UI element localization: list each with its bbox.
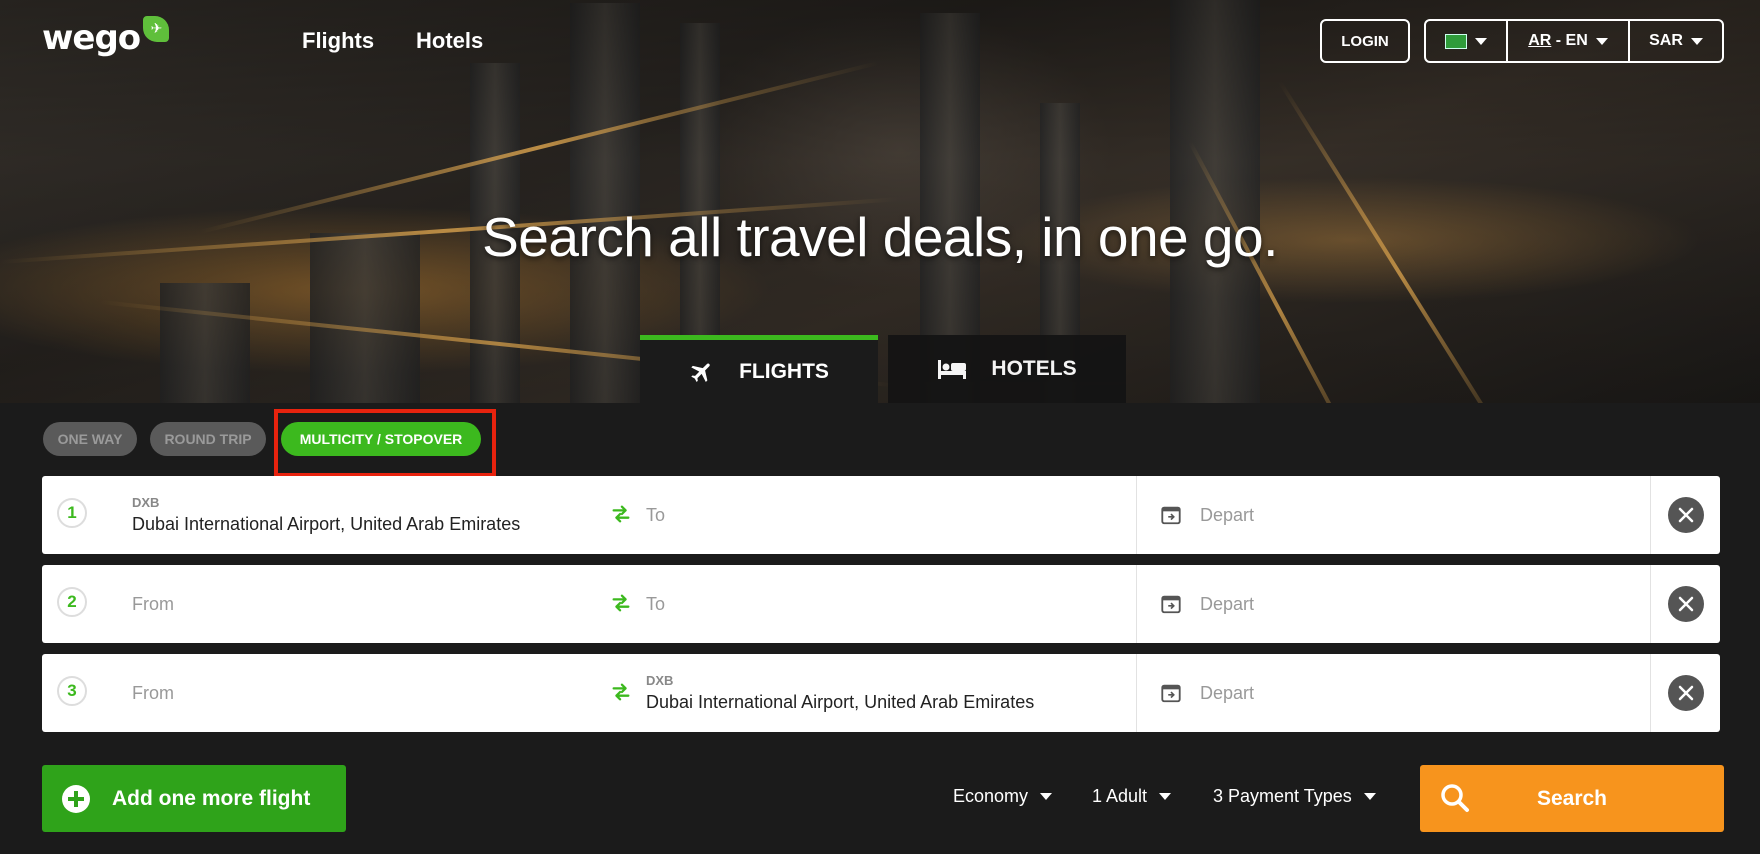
trip-type-round-trip[interactable]: ROUND TRIP xyxy=(150,422,266,456)
annotation-highlight-box xyxy=(274,409,496,477)
remove-leg-button[interactable] xyxy=(1668,675,1704,711)
calendar-icon xyxy=(1161,684,1181,703)
to-airport-name: Dubai International Airport, United Arab… xyxy=(646,692,1035,712)
calendar-icon xyxy=(1161,506,1181,525)
to-placeholder: To xyxy=(646,593,666,614)
search-button[interactable]: Search xyxy=(1420,765,1724,832)
search-icon xyxy=(1441,784,1469,812)
add-flight-button[interactable]: Add one more flight xyxy=(42,765,346,832)
from-field[interactable]: From xyxy=(132,565,592,643)
tab-flights-label: FLIGHTS xyxy=(739,359,829,383)
calendar-icon xyxy=(1161,595,1181,614)
chevron-down-icon xyxy=(1040,793,1053,800)
from-placeholder: From xyxy=(132,593,174,614)
swap-icon[interactable] xyxy=(610,503,632,525)
close-icon xyxy=(1678,507,1694,523)
add-flight-label: Add one more flight xyxy=(112,786,311,810)
leg-number: 1 xyxy=(57,498,87,528)
tab-hotels[interactable]: HOTELS xyxy=(888,335,1126,403)
currency-selector[interactable]: SAR xyxy=(1630,21,1722,61)
top-bar: wego ✈ Flights Hotels LOGIN AR - EN SAR xyxy=(0,0,1760,90)
plus-circle-icon xyxy=(62,784,90,813)
chevron-down-icon xyxy=(1690,37,1703,45)
chevron-down-icon xyxy=(1475,37,1487,45)
chevron-down-icon xyxy=(1159,793,1172,800)
from-airport-name: Dubai International Airport, United Arab… xyxy=(132,514,521,534)
nav-flights[interactable]: Flights xyxy=(302,28,374,54)
currency-label: SAR xyxy=(1649,32,1683,49)
chevron-down-icon xyxy=(1363,793,1376,800)
from-field[interactable]: From xyxy=(132,654,592,732)
tab-hotels-label: HOTELS xyxy=(991,357,1077,380)
leg-number: 3 xyxy=(57,676,87,706)
flight-leg-1: 1 DXB Dubai International Airport, Unite… xyxy=(42,476,1720,554)
divider xyxy=(1650,654,1651,732)
passengers-label: 1 Adult xyxy=(1092,786,1148,806)
saudi-flag-icon xyxy=(1445,33,1467,49)
language-separator: - xyxy=(1551,32,1566,49)
country-selector[interactable] xyxy=(1426,21,1508,61)
leg-number: 2 xyxy=(57,587,87,617)
depart-field[interactable]: Depart xyxy=(1200,476,1254,554)
divider xyxy=(1136,476,1137,554)
airplane-icon xyxy=(691,362,710,382)
hero-headline: Search all travel deals, in one go. xyxy=(482,206,1278,268)
plane-leaf-icon: ✈ xyxy=(143,16,169,42)
payment-types-dropdown[interactable]: 3 Payment Types xyxy=(1213,786,1376,807)
bed-icon xyxy=(938,360,967,379)
passengers-dropdown[interactable]: 1 Adult xyxy=(1092,786,1172,807)
depart-field[interactable]: Depart xyxy=(1200,654,1254,732)
swap-icon[interactable] xyxy=(610,592,632,614)
close-icon xyxy=(1678,596,1694,612)
from-placeholder: From xyxy=(132,682,174,703)
close-icon xyxy=(1678,685,1694,701)
from-field[interactable]: DXB Dubai International Airport, United … xyxy=(132,476,592,554)
to-placeholder: To xyxy=(646,504,666,525)
divider xyxy=(1650,476,1651,554)
swap-icon[interactable] xyxy=(610,681,632,703)
language-ar: AR xyxy=(1528,32,1552,49)
divider xyxy=(1136,565,1137,643)
login-button[interactable]: LOGIN xyxy=(1320,19,1410,63)
language-en: EN xyxy=(1565,32,1588,49)
flight-leg-2: 2 From To Depart xyxy=(42,565,1720,643)
wego-logo[interactable]: wego ✈ xyxy=(42,16,169,58)
remove-leg-button[interactable] xyxy=(1668,497,1704,533)
cabin-class-dropdown[interactable]: Economy xyxy=(953,786,1053,807)
to-airport-code: DXB xyxy=(646,673,674,688)
remove-leg-button[interactable] xyxy=(1668,586,1704,622)
to-field[interactable]: To xyxy=(646,565,1126,643)
flight-leg-3: 3 From DXB Dubai International Airport, … xyxy=(42,654,1720,732)
locale-selector: AR - EN SAR xyxy=(1424,19,1724,63)
to-field[interactable]: DXB Dubai International Airport, United … xyxy=(646,654,1126,732)
cabin-class-label: Economy xyxy=(953,786,1029,806)
payment-types-label: 3 Payment Types xyxy=(1213,786,1352,806)
divider xyxy=(1650,565,1651,643)
to-field[interactable]: To xyxy=(646,476,1126,554)
trip-type-one-way[interactable]: ONE WAY xyxy=(43,422,137,456)
from-airport-code: DXB xyxy=(132,495,160,510)
divider xyxy=(1136,654,1137,732)
depart-field[interactable]: Depart xyxy=(1200,565,1254,643)
logo-text: wego xyxy=(42,18,141,58)
chevron-down-icon xyxy=(1595,37,1608,45)
language-selector[interactable]: AR - EN xyxy=(1508,21,1630,61)
tab-flights[interactable]: FLIGHTS xyxy=(640,335,878,403)
nav-hotels[interactable]: Hotels xyxy=(416,28,483,54)
